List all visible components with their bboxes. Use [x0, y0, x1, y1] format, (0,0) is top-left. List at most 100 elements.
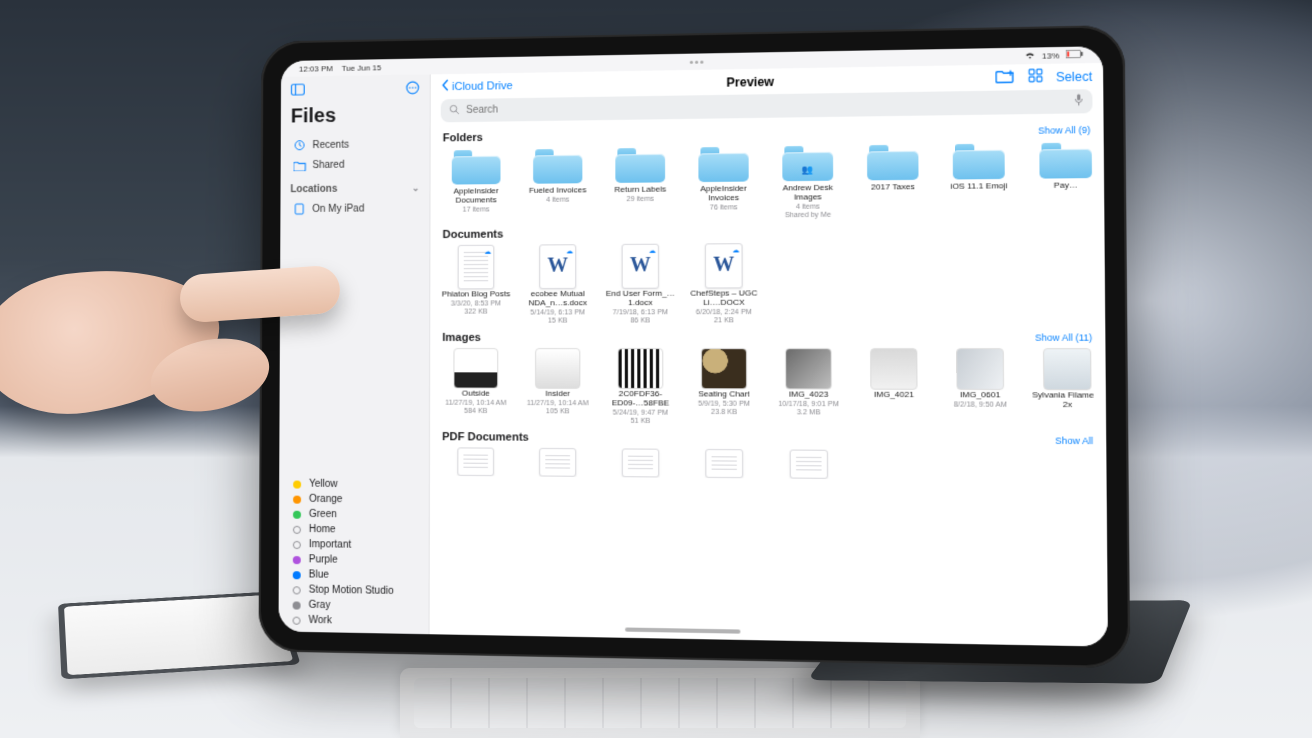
icloud-status-icon: ☁︎: [484, 248, 491, 256]
ipad-device: 12:03 PM Tue Jun 15 13%: [259, 25, 1131, 668]
tag-ring-icon: [293, 540, 301, 548]
mic-icon[interactable]: [1074, 93, 1084, 109]
image-item[interactable]: Sylvania Filame…2x: [1029, 348, 1095, 428]
document-item[interactable]: W☁︎ChefSteps – UGC Li….DOCX6/20/18, 2:24…: [687, 243, 761, 325]
back-button[interactable]: iCloud Drive: [441, 78, 513, 94]
sidebar-tag[interactable]: Home: [289, 522, 419, 539]
ipad-icon: [292, 203, 306, 215]
main-panel: iCloud Drive Preview Select: [430, 63, 1108, 647]
image-item[interactable]: Outside11/27/19, 10:14 AM584 KB: [440, 348, 511, 425]
tag-dot-icon: [293, 480, 301, 488]
image-item[interactable]: 2C0FDF36-ED09-…58FBE5/24/19, 9:47 PM51 K…: [604, 348, 677, 426]
pdf-item[interactable]: [604, 448, 677, 477]
pdfs-section: PDF Documents Show All: [440, 431, 1096, 481]
tag-ring-icon: [293, 525, 301, 533]
item-name: Phiaton Blog Posts: [442, 290, 511, 299]
folder-item[interactable]: iOS 11.1 Emoji: [941, 141, 1017, 219]
image-item[interactable]: IMG_06018/2/18, 9:50 AM: [942, 348, 1018, 428]
item-meta2: 3.2 MB: [797, 410, 821, 418]
sidebar-item-label: Recents: [312, 139, 349, 150]
sidebar-section-label: Locations: [290, 184, 337, 195]
item-meta: 17 items: [463, 206, 490, 214]
item-meta2: 86 KB: [630, 318, 650, 326]
sidebar-section-locations[interactable]: Locations ⌄: [290, 183, 419, 195]
image-thumbnail: [870, 348, 917, 390]
pdf-item[interactable]: [772, 449, 847, 479]
tag-label: Home: [309, 524, 336, 535]
wifi-icon: [1024, 51, 1035, 62]
sidebar-item-recents[interactable]: Recents: [291, 135, 420, 155]
ipad-screen: 12:03 PM Tue Jun 15 13%: [279, 46, 1108, 646]
tag-label: Green: [309, 509, 337, 520]
status-right: 13%: [1024, 50, 1083, 61]
images-row: Outside11/27/19, 10:14 AM584 KBInsider11…: [440, 348, 1095, 428]
pdf-doc-icon: [705, 449, 743, 478]
pdf-item[interactable]: [522, 448, 594, 477]
tag-ring-icon: [293, 586, 301, 594]
pdf-item[interactable]: [687, 449, 761, 478]
folders-show-all[interactable]: Show All (9): [1038, 125, 1090, 136]
search-bar[interactable]: [441, 89, 1093, 122]
icloud-status-icon: ☁︎: [732, 246, 739, 254]
folder-item[interactable]: Fueled Invoices4 items: [522, 147, 594, 223]
item-meta: 4 items: [796, 203, 820, 211]
tag-label: Orange: [309, 494, 342, 505]
folder-item[interactable]: Pay…: [1027, 140, 1093, 218]
sidebar-toggle-icon[interactable]: [291, 84, 305, 99]
sidebar-item-label: Shared: [312, 159, 344, 170]
tag-ring-icon: [293, 616, 301, 624]
folder-item[interactable]: 2017 Taxes: [855, 142, 930, 219]
word-doc-icon: W☁︎: [539, 244, 576, 289]
image-thumbnail: [1043, 348, 1092, 390]
content-area[interactable]: Folders Show All (9) AppleInsider Docume…: [430, 119, 1108, 646]
sidebar-tag[interactable]: Green: [289, 507, 419, 524]
images-show-all[interactable]: Show All (11): [1035, 332, 1092, 343]
folder-item[interactable]: AppleInsider Invoices76 items: [687, 145, 760, 221]
image-item[interactable]: IMG_4023 10/17/18, 9:01 PM3.2 MB: [771, 348, 846, 427]
ellipsis-circle-icon[interactable]: [406, 81, 420, 98]
item-meta: 3/3/20, 8:53 PM: [451, 300, 501, 308]
document-item[interactable]: W☁︎ecobee Mutual NDA_n…s.docx5/14/19, 6:…: [522, 244, 594, 326]
folder-item[interactable]: AppleInsider Documents17 items: [441, 148, 512, 223]
image-thumbnail: [701, 348, 747, 389]
sidebar-tag[interactable]: Important: [289, 537, 419, 554]
image-item[interactable]: IMG_4021: [856, 348, 931, 427]
folder-icon: [1039, 142, 1092, 178]
item-name: Pay…: [1054, 181, 1078, 190]
image-item[interactable]: Insider11/27/19, 10:14 AM105 KB: [522, 348, 594, 426]
documents-row: ☁︎Phiaton Blog Posts3/3/20, 8:53 PM322 K…: [440, 241, 1094, 326]
sidebar-title: Files: [291, 104, 420, 129]
sidebar-tag[interactable]: Work: [289, 612, 419, 629]
sidebar-item-on-my-ipad[interactable]: On My iPad: [290, 199, 419, 218]
documents-section: Documents ☁︎ Phiaton Blog Posts3/3/20, 8:…: [440, 224, 1094, 326]
pdf-item[interactable]: [440, 447, 511, 476]
word-doc-icon: W☁︎: [622, 244, 659, 289]
folders-section: Folders Show All (9) AppleInsider Docume…: [441, 124, 1094, 223]
sidebar-tag[interactable]: Orange: [289, 492, 419, 508]
folder-item[interactable]: 👥Andrew Desk Images4 itemsShared by Me: [771, 143, 845, 220]
status-date: Tue Jun 15: [342, 63, 382, 73]
image-item[interactable]: Seating Chart5/9/19, 5:30 PM23.8 KB: [687, 348, 761, 426]
item-meta2: 23.8 KB: [711, 409, 737, 417]
document-item[interactable]: W☁︎End User Form_…1.docx7/19/18, 6:13 PM…: [604, 244, 677, 326]
sidebar-item-shared[interactable]: Shared: [291, 155, 420, 174]
sidebar-tag[interactable]: Yellow: [289, 476, 419, 492]
page-title: Preview: [521, 71, 987, 93]
select-button[interactable]: Select: [1056, 69, 1093, 84]
sidebar-item-label: On My iPad: [312, 203, 364, 214]
item-meta: 5/24/19, 9:47 PM: [613, 409, 668, 417]
item-name: IMG_4023: [789, 390, 829, 399]
search-input[interactable]: [466, 96, 1067, 116]
new-folder-icon[interactable]: [995, 69, 1015, 87]
item-meta: 10/17/18, 9:01 PM: [778, 401, 839, 409]
folder-item[interactable]: Return Labels29 items: [604, 146, 677, 222]
document-item[interactable]: ☁︎Phiaton Blog Posts3/3/20, 8:53 PM322 K…: [440, 245, 511, 326]
documents-section-title: Documents: [443, 228, 504, 241]
item-name: IMG_0601: [960, 391, 1001, 400]
pdfs-show-all[interactable]: Show All: [1055, 435, 1093, 446]
item-meta2: Shared by Me: [785, 212, 831, 220]
view-grid-icon[interactable]: [1027, 68, 1042, 86]
tag-dot-icon: [293, 495, 301, 503]
item-name: AppleInsider Documents: [441, 187, 512, 205]
item-name: Andrew Desk Images: [771, 184, 845, 203]
